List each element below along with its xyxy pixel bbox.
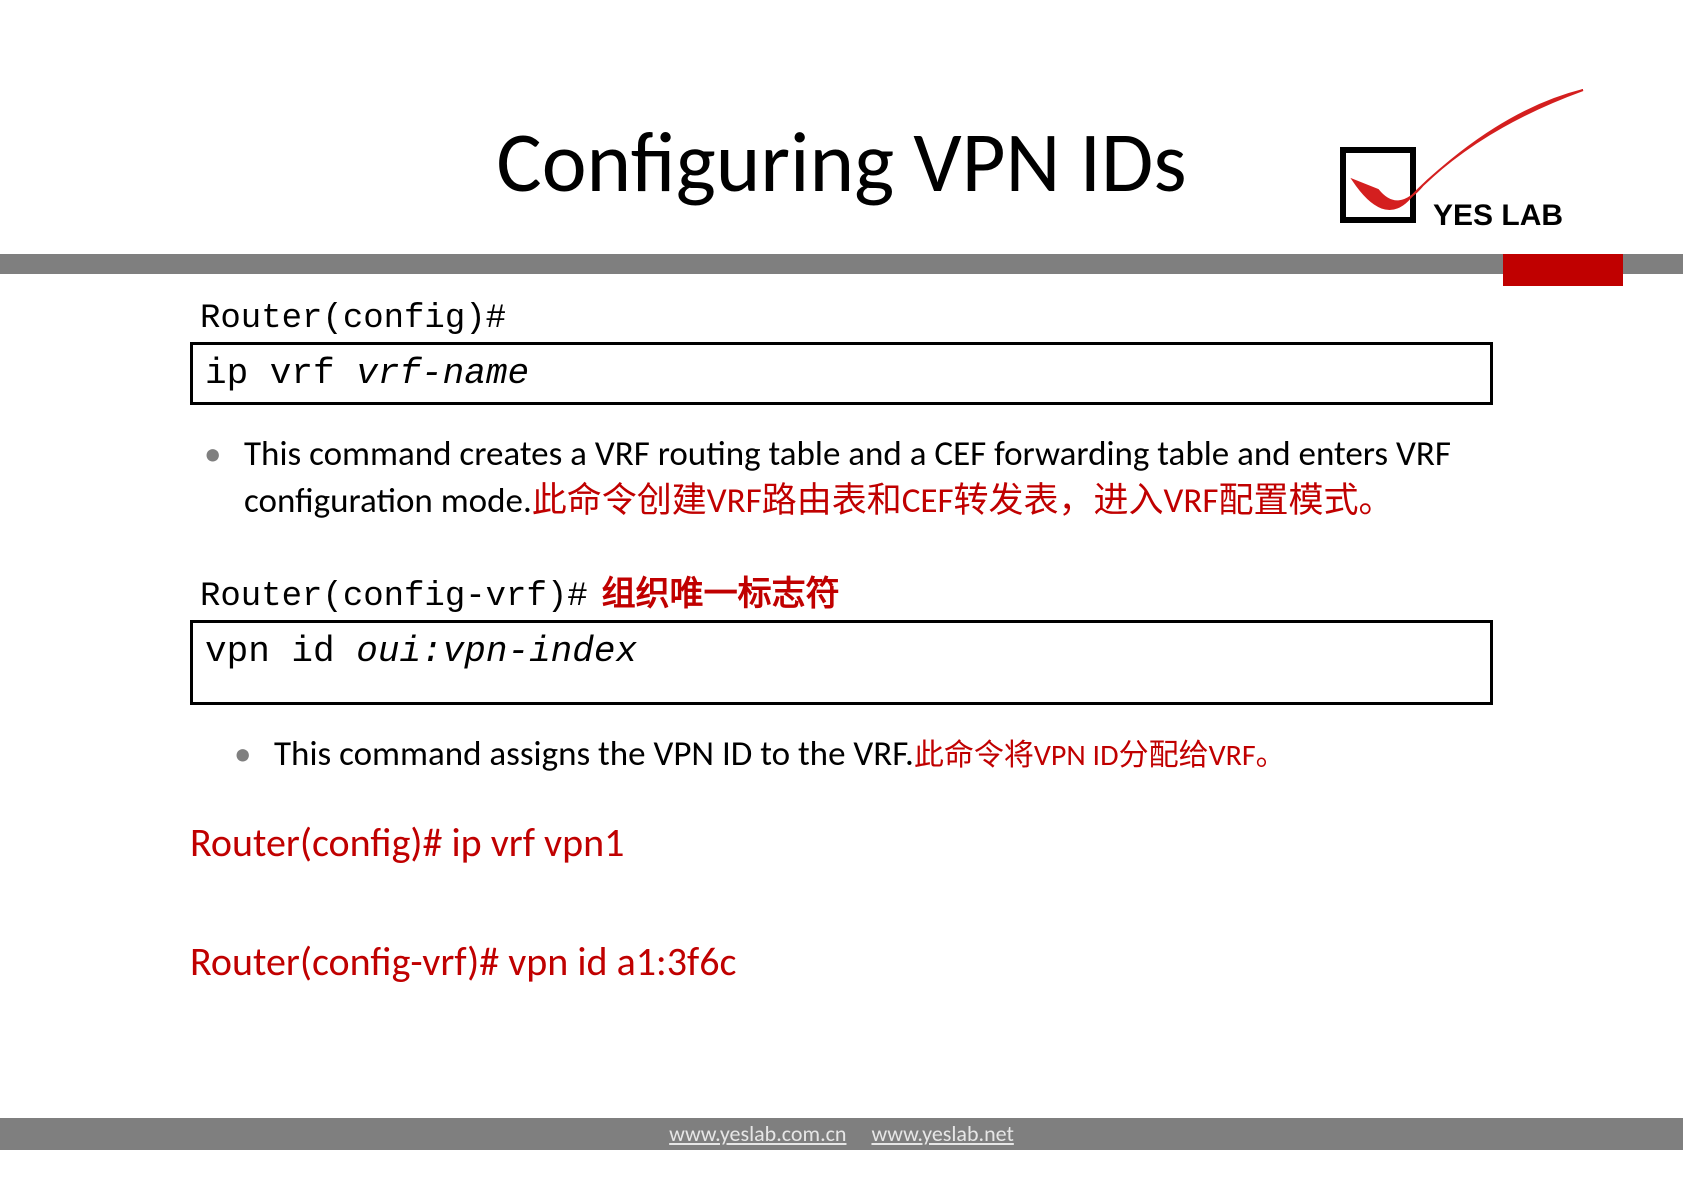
divider-bar xyxy=(0,254,1683,274)
bullet-1: This command creates a VRF routing table… xyxy=(240,431,1493,526)
example-line-1: Router(config)# ip vrf vpn1 xyxy=(190,818,1493,867)
bullet-2-cn: 此命令将VPN ID分配给VRF。 xyxy=(914,737,1286,774)
prompt-row-2: Router(config-vrf)# 组织唯一标志符 xyxy=(190,566,1493,620)
config-prompt-1: Router(config)# xyxy=(200,300,1493,338)
content-area: Router(config)# ip vrf vrf-name This com… xyxy=(190,300,1493,986)
accent-block xyxy=(1503,254,1623,286)
command-2-arg: oui:vpn-index xyxy=(356,631,637,672)
command-box-2: vpn id oui:vpn-index xyxy=(190,620,1493,705)
page-title: Configuring VPN IDs xyxy=(496,110,1186,214)
bullet-2-en: This command assigns the VPN ID to the V… xyxy=(274,733,914,775)
footer-link-1[interactable]: www.yeslab.com.cn xyxy=(669,1120,846,1147)
config-prompt-2: Router(config-vrf)# xyxy=(200,578,588,616)
logo-text: YES LAB xyxy=(1433,199,1563,232)
example-line-2: Router(config-vrf)# vpn id a1:3f6c xyxy=(190,937,1493,986)
bullet-2: This command assigns the VPN ID to the V… xyxy=(270,731,1493,778)
command-1-arg: vrf-name xyxy=(356,353,529,394)
bullet-list-2: This command assigns the VPN ID to the V… xyxy=(190,731,1493,778)
red-annotation: 组织唯一标志符 xyxy=(602,566,840,615)
slide: YES LAB Configuring VPN IDs Router(confi… xyxy=(0,0,1683,1190)
command-box-1: ip vrf vrf-name xyxy=(190,342,1493,405)
command-1: ip vrf xyxy=(205,353,356,394)
command-2: vpn id xyxy=(205,631,356,672)
bullet-1-cn: 此命令创建VRF路由表和CEF转发表，进入VRF配置模式。 xyxy=(532,480,1394,522)
yeslab-logo: YES LAB xyxy=(1313,80,1613,240)
footer-bar: www.yeslab.com.cn www.yeslab.net xyxy=(0,1118,1683,1150)
bullet-list-1: This command creates a VRF routing table… xyxy=(190,431,1493,526)
footer-link-2[interactable]: www.yeslab.net xyxy=(871,1120,1013,1147)
